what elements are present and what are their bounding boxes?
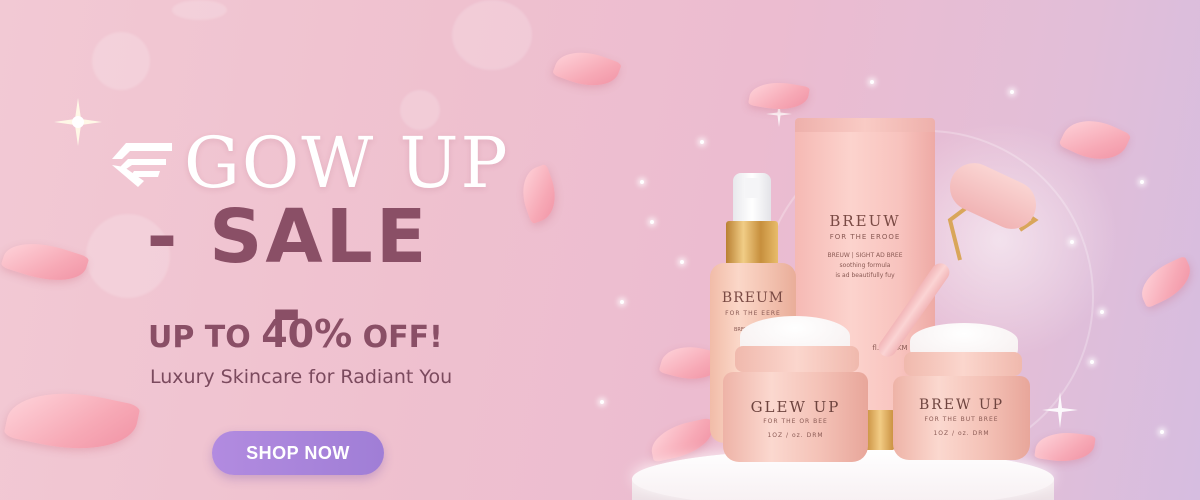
bottle-collar <box>726 221 778 267</box>
jar-right-name: BREW UP <box>918 397 1005 413</box>
bokeh-circle <box>452 0 532 70</box>
promo-banner: GOW UP - SALE - UP TO 40% OFF! Luxury Sk… <box>0 0 1200 500</box>
tube-desc-line: BREUW | SIGHT AD BREE <box>827 252 903 259</box>
sparkle-dot <box>600 400 604 404</box>
discount-suffix: OFF! <box>352 320 443 355</box>
sparkle-dot <box>650 220 654 224</box>
bokeh-circle <box>172 0 227 20</box>
discount-prefix: UP TO <box>148 320 262 355</box>
sparkle-star-icon <box>1042 392 1078 428</box>
sparkle-dot <box>620 300 624 304</box>
rose-petal <box>1133 255 1199 309</box>
sparkle-dot <box>700 140 704 144</box>
bottle-brand: BREUM <box>721 290 785 306</box>
jar-right-volume: 1OZ / oz. DRM <box>933 430 990 437</box>
rose-petal <box>3 379 141 463</box>
brand-name: GOW UP <box>184 122 510 204</box>
tube-subtitle: FOR THE EROOE <box>829 233 901 241</box>
rose-petal <box>514 163 564 225</box>
sparkle-dot <box>1010 90 1014 94</box>
sparkle-dot <box>680 260 684 264</box>
shop-now-button[interactable]: SHOP NOW <box>212 431 384 475</box>
discount-text: UP TO 40% OFF! <box>148 312 443 356</box>
sparkle-dot <box>1100 310 1104 314</box>
tube-brand: BREUW <box>829 212 901 230</box>
jar-left-volume: 1OZ / oz. DRM <box>767 432 824 439</box>
jar-rim <box>904 352 1022 376</box>
sparkle-dot <box>1160 430 1164 434</box>
bokeh-circle <box>92 32 150 90</box>
discount-value: 40% <box>261 312 353 356</box>
jar-rim <box>735 346 859 372</box>
product-jar-left <box>723 372 868 462</box>
tube-desc-line: is ad beautifully fuy <box>835 272 895 279</box>
rose-petal <box>1058 108 1132 172</box>
jar-left-subtitle: FOR THE OR BEE <box>763 418 828 425</box>
tagline: Luxury Skincare for Radiant You <box>150 366 453 388</box>
tube-cap <box>866 410 894 450</box>
sparkle-dot <box>1070 240 1074 244</box>
brand-logo: GOW UP <box>108 128 510 198</box>
sparkle-dot <box>1140 180 1144 184</box>
sparkle-dot <box>1090 360 1094 364</box>
rose-petal <box>552 42 622 96</box>
rose-petal <box>0 232 90 292</box>
tube-crimp <box>795 118 935 132</box>
jar-right-subtitle: FOR THE BUT BREE <box>924 416 999 423</box>
sparkle-dot <box>640 180 644 184</box>
bottle-nozzle <box>745 178 759 198</box>
jar-left-name: GLEW UP <box>750 398 841 416</box>
rose-petal <box>1034 428 1096 466</box>
sparkle-dot <box>870 80 874 84</box>
wings-logo-icon <box>112 143 172 187</box>
rose-petal <box>748 77 810 115</box>
sparkle-star-icon <box>54 98 102 146</box>
tube-desc-line: soothing formula <box>839 262 891 269</box>
